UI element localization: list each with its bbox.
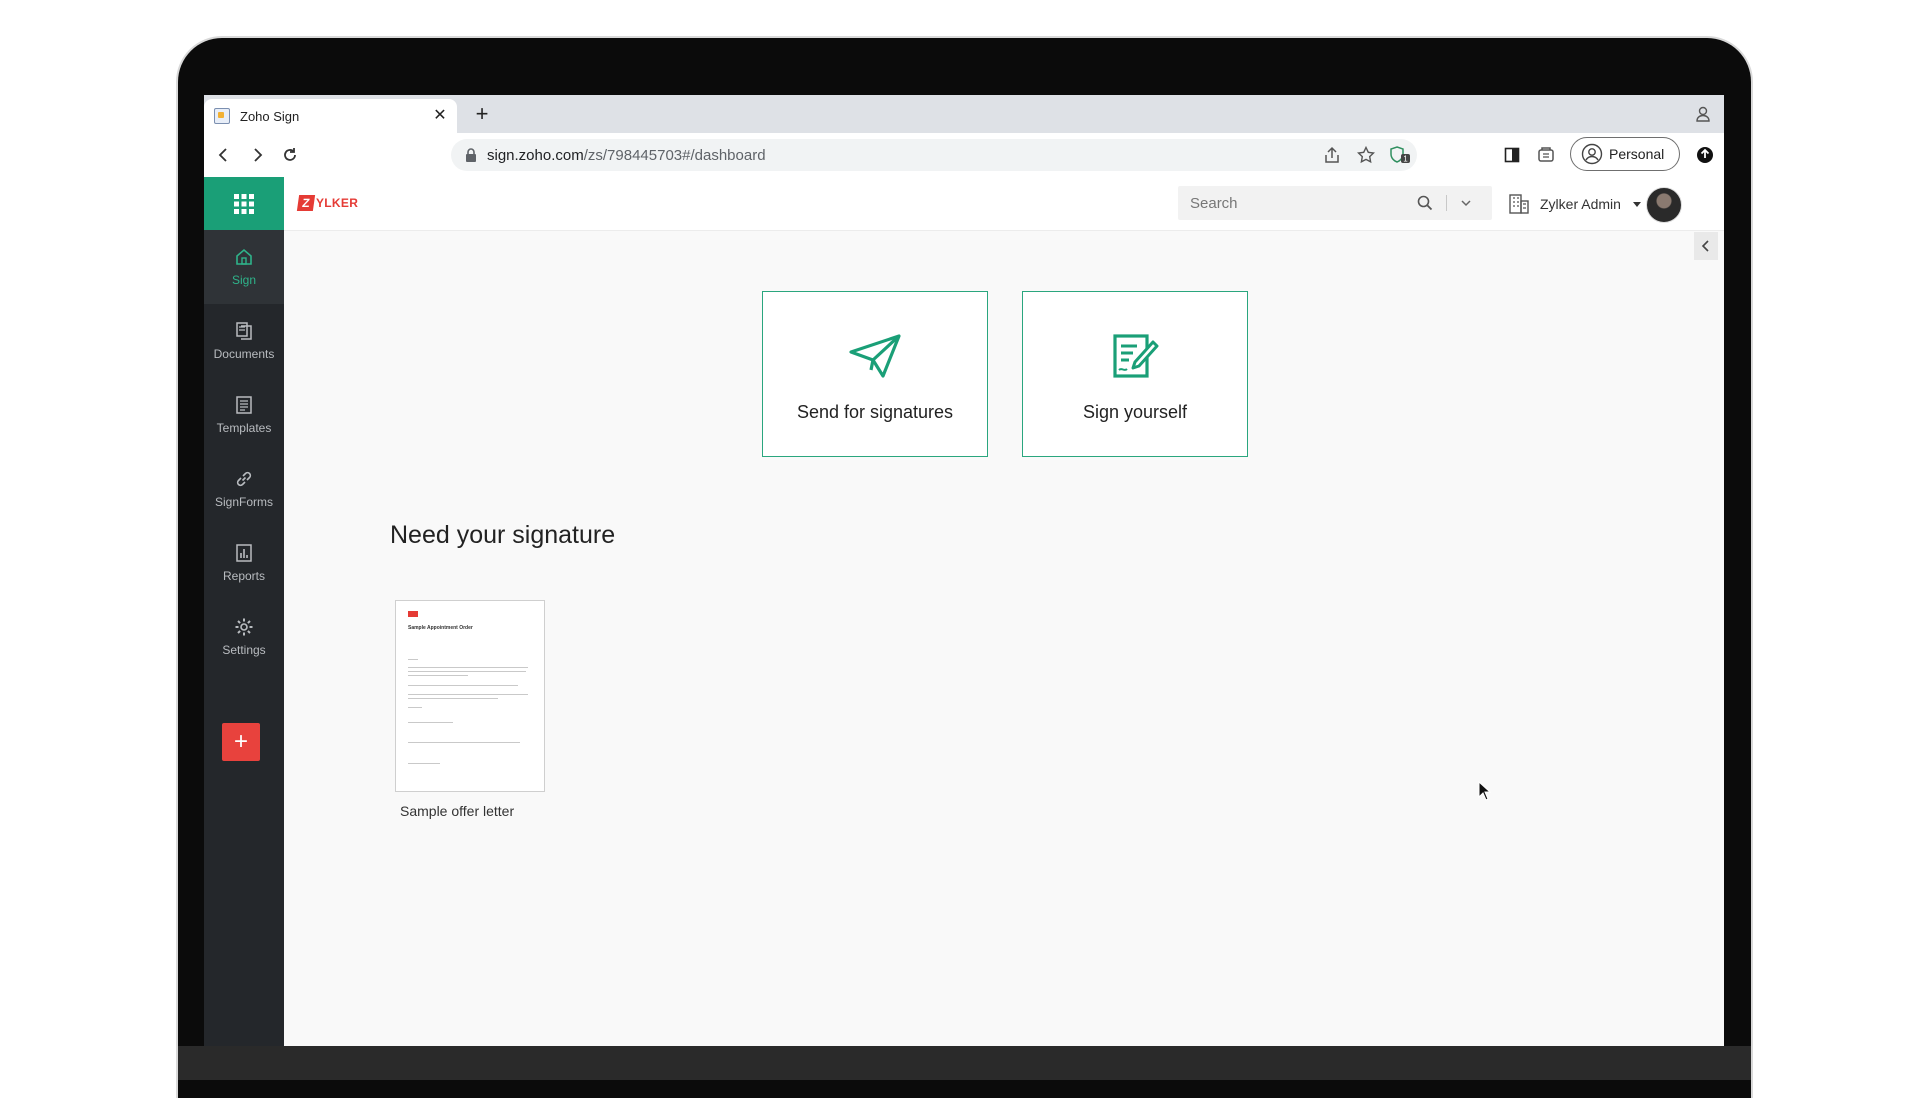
paper-plane-icon [849, 334, 901, 378]
tab-title: Zoho Sign [240, 108, 300, 124]
url-host: sign.zoho.com [487, 146, 584, 164]
search-icon[interactable] [1416, 194, 1434, 212]
sidebar-item-label: Sign [231, 273, 257, 287]
send-for-signatures-card[interactable]: Send for signatures [762, 291, 988, 457]
sidebar-item-label: SignForms [214, 495, 273, 509]
sidebar-item-label: Documents [213, 347, 275, 361]
profile-button[interactable]: Personal [1570, 137, 1680, 171]
search-box [1178, 186, 1492, 220]
app-grid-icon [234, 193, 254, 214]
sidebar-item-signforms[interactable]: SignForms [204, 452, 284, 526]
sidebar-item-label: Settings [222, 643, 266, 657]
chevron-left-icon [1701, 240, 1709, 252]
shield-extension-icon[interactable]: 1 [1389, 144, 1411, 166]
bookmark-star-icon[interactable] [1355, 144, 1377, 166]
search-divider [1446, 195, 1447, 211]
logo-text: YLKER [316, 196, 359, 210]
browser-toolbar: sign.zoho.com/zs/798445703#/dashboard 1 … [204, 133, 1724, 178]
sign-yourself-label: Sign yourself [1082, 402, 1188, 422]
sidebar-toggle-icon[interactable] [1501, 144, 1523, 166]
org-switcher[interactable]: Zylker Admin [1508, 193, 1641, 215]
search-input[interactable] [1188, 193, 1412, 213]
url-path: /zs/798445703#/dashboard [583, 146, 766, 164]
new-tab-button[interactable]: + [470, 102, 494, 126]
caret-down-icon [1632, 201, 1641, 207]
laptop-base [178, 1046, 1751, 1080]
mouse-cursor-icon [1478, 781, 1492, 801]
forward-arrow-icon [254, 148, 263, 162]
reload-button[interactable] [278, 143, 302, 167]
left-sidebar: Sign Documents Templates SignForms Repor… [204, 177, 284, 1046]
sidebar-item-settings[interactable]: Settings [204, 600, 284, 674]
building-icon [1509, 194, 1529, 214]
sidebar-item-reports[interactable]: Reports [204, 526, 284, 600]
lock-icon [466, 148, 476, 162]
logo-mark: Z [296, 195, 316, 211]
back-arrow-icon [218, 148, 227, 162]
user-avatar[interactable] [1646, 187, 1682, 223]
profile-menu-icon[interactable] [1694, 105, 1712, 123]
share-icon[interactable] [1321, 144, 1343, 166]
back-button[interactable] [212, 143, 236, 167]
sidebar-item-label: Reports [222, 569, 266, 583]
org-name: Zylker Admin [1540, 196, 1621, 212]
zoho-sign-app: Sign Documents Templates SignForms Repor… [204, 177, 1724, 1046]
svg-text:1: 1 [1403, 155, 1408, 164]
forward-button[interactable] [245, 143, 269, 167]
zylker-logo: Z YLKER [296, 195, 359, 211]
need-signature-heading: Need your signature [390, 521, 616, 549]
document-name: Sample offer letter [400, 803, 515, 819]
templates-icon [236, 396, 252, 414]
extensions-icon[interactable] [1535, 144, 1557, 166]
thumbnail-title: Sample Appointment Order [408, 625, 473, 631]
add-new-button[interactable]: + [222, 723, 260, 761]
profile-avatar-icon [1581, 143, 1603, 165]
sidebar-item-documents[interactable]: Documents [204, 304, 284, 378]
app-launcher-button[interactable] [204, 177, 284, 230]
gear-icon [235, 618, 253, 636]
close-tab-icon[interactable]: ✕ [431, 107, 449, 125]
reload-icon [284, 148, 296, 161]
sidebar-item-templates[interactable]: Templates [204, 378, 284, 452]
sidebar-item-sign[interactable]: Sign [204, 230, 284, 304]
thumbnail-logo [408, 611, 418, 617]
profile-label: Personal [1609, 146, 1665, 162]
address-bar[interactable]: sign.zoho.com/zs/798445703#/dashboard 1 [451, 139, 1417, 171]
app-header: Z YLKER Zylker Admin [284, 177, 1724, 231]
browser-tab[interactable]: Zoho Sign ✕ [204, 99, 457, 133]
url-text: sign.zoho.com/zs/798445703#/dashboard [487, 147, 1321, 164]
tab-bar: Zoho Sign ✕ + [204, 95, 1724, 133]
home-icon [236, 248, 252, 265]
favicon-icon [214, 108, 230, 124]
sidebar-item-label: Templates [216, 421, 272, 435]
document-thumbnail[interactable]: Sample Appointment Order [395, 600, 545, 792]
sign-yourself-card[interactable]: Sign yourself [1022, 291, 1248, 457]
browser-window: Zoho Sign ✕ + sign.zoho.com/zs/798445703… [204, 95, 1724, 1046]
collapse-panel-button[interactable] [1694, 232, 1718, 260]
chevron-down-icon[interactable] [1459, 196, 1473, 210]
documents-icon [236, 322, 252, 340]
update-icon[interactable] [1694, 144, 1716, 166]
send-for-signatures-label: Send for signatures [796, 402, 954, 422]
link-icon [236, 471, 252, 487]
edit-document-icon [1113, 334, 1159, 378]
reports-icon [236, 544, 252, 562]
